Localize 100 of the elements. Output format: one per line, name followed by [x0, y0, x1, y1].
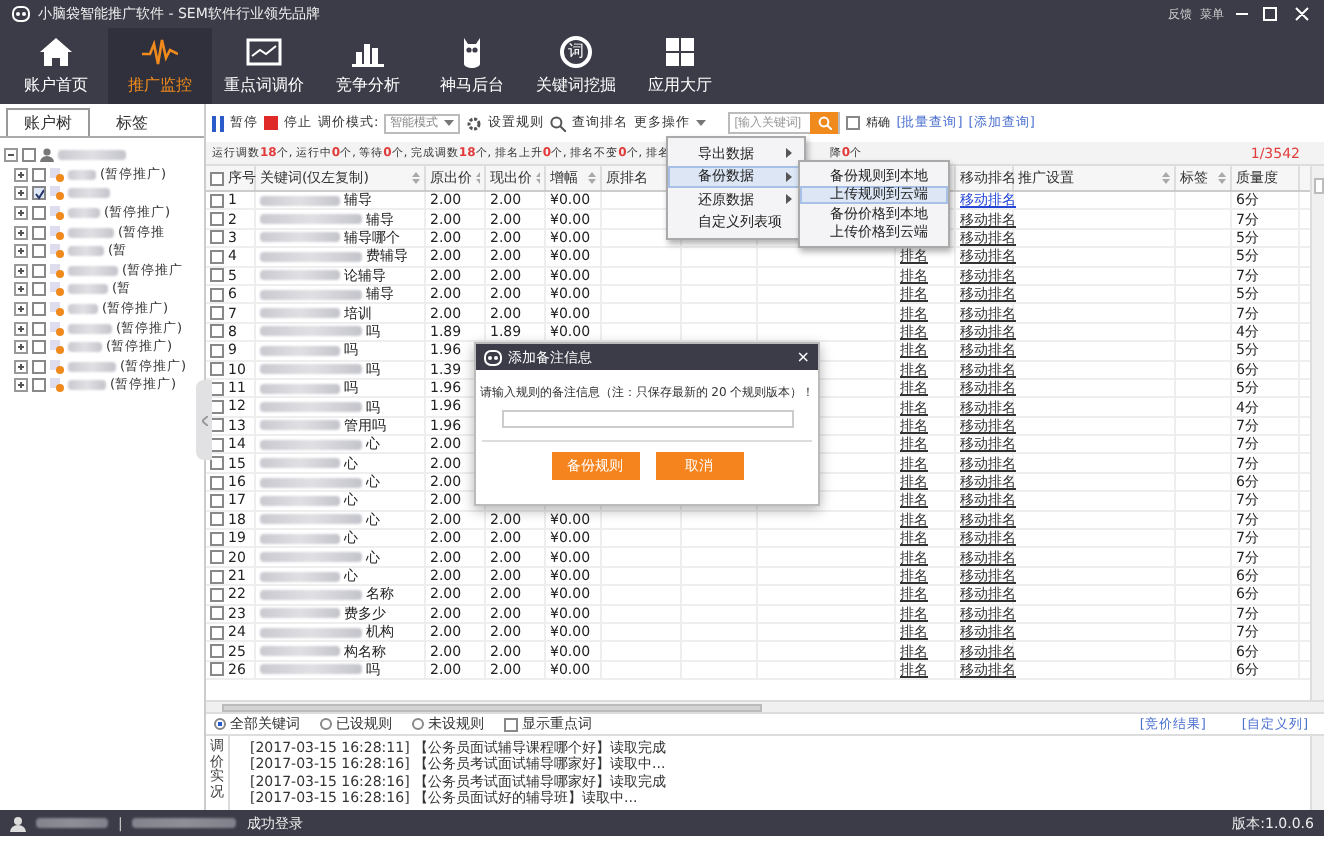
checkbox[interactable]	[210, 193, 224, 208]
checkbox[interactable]	[210, 343, 224, 358]
campaign-icon	[50, 359, 64, 374]
window-controls-icon[interactable]	[1232, 6, 1312, 22]
nav-tab[interactable]: 推广监控	[108, 28, 212, 104]
blurred-text	[260, 477, 362, 488]
checkbox[interactable]	[32, 167, 46, 182]
expand-icon[interactable]	[14, 302, 28, 317]
checkbox[interactable]	[210, 249, 224, 264]
checkbox[interactable]	[504, 717, 518, 731]
caret-icon	[696, 120, 707, 126]
nav-tab[interactable]: 应用大厅	[628, 28, 732, 104]
checkbox[interactable]	[210, 512, 224, 527]
blurred-text	[260, 439, 362, 450]
expand-icon[interactable]	[14, 340, 28, 355]
checkbox[interactable]	[32, 340, 46, 355]
expand-icon[interactable]	[14, 244, 28, 259]
nav-tab[interactable]: 账户首页	[4, 28, 108, 104]
checkbox[interactable]	[210, 268, 224, 283]
campaign-icon	[50, 186, 64, 201]
checkbox[interactable]	[210, 171, 224, 185]
checkbox[interactable]	[210, 550, 224, 565]
checkbox[interactable]	[210, 475, 224, 490]
collapse-icon[interactable]	[4, 148, 18, 163]
magnifier-icon: 词	[560, 36, 592, 68]
close-button[interactable]: ×	[796, 348, 810, 366]
checkbox[interactable]	[32, 244, 46, 259]
checkbox[interactable]	[210, 606, 224, 621]
checkbox[interactable]	[210, 493, 224, 508]
checkbox[interactable]	[846, 116, 861, 130]
expand-icon[interactable]	[14, 206, 28, 221]
campaign-icon	[50, 263, 64, 278]
blurred-text	[68, 323, 112, 334]
checkbox[interactable]	[32, 321, 46, 336]
scrollbar[interactable]	[206, 700, 1324, 712]
blurred-text	[68, 284, 108, 295]
blurred-text	[68, 342, 102, 353]
checkbox[interactable]	[210, 531, 224, 546]
checkbox[interactable]	[210, 625, 224, 640]
search-button[interactable]	[810, 112, 839, 134]
checkbox[interactable]	[210, 212, 224, 227]
expand-icon[interactable]	[14, 167, 28, 182]
checkbox[interactable]	[210, 662, 224, 677]
checkbox[interactable]	[210, 287, 224, 302]
scrollbar[interactable]	[1310, 736, 1324, 810]
checkbox[interactable]	[32, 302, 46, 317]
scrollbar-thumb[interactable]	[222, 703, 762, 711]
checkbox[interactable]	[210, 587, 224, 602]
expand-icon[interactable]	[14, 225, 28, 240]
blurred-text	[260, 571, 340, 581]
blurred-text	[260, 627, 362, 638]
checkbox[interactable]	[32, 282, 46, 297]
sort-icon[interactable]	[412, 172, 420, 184]
checkbox[interactable]	[32, 359, 46, 374]
blurred-text	[260, 552, 362, 563]
stop-icon	[264, 116, 278, 130]
blurred-text	[260, 608, 340, 619]
checkbox[interactable]	[210, 230, 224, 245]
note-input-field[interactable]	[501, 410, 793, 428]
nav-tab[interactable]: 重点词调价	[212, 28, 316, 104]
blurred-text	[260, 514, 362, 525]
checkbox[interactable]	[210, 306, 224, 321]
search-icon	[817, 116, 832, 130]
nav-tab[interactable]: 神马后台	[420, 28, 524, 104]
checkbox[interactable]	[32, 186, 46, 201]
collapse-handle[interactable]	[196, 380, 212, 460]
campaign-icon	[50, 282, 64, 297]
radio-button[interactable]	[412, 718, 424, 730]
checkbox[interactable]	[32, 378, 46, 393]
blurred-text	[260, 401, 362, 412]
campaign-icon	[50, 225, 64, 240]
sidebar-tab[interactable]: 账户树	[6, 108, 90, 136]
radio-button[interactable]	[320, 718, 332, 730]
radio-button[interactable]	[214, 718, 226, 730]
nav-tab[interactable]: 词 关键词挖掘	[524, 28, 628, 104]
checkbox[interactable]	[210, 324, 224, 339]
sort-icon[interactable]	[1162, 172, 1170, 184]
blurred-text	[68, 304, 98, 315]
checkbox[interactable]	[22, 148, 36, 163]
checkbox[interactable]	[210, 456, 224, 471]
expand-icon[interactable]	[14, 378, 28, 393]
checkbox[interactable]	[32, 263, 46, 278]
blurred-text	[132, 818, 237, 828]
scrollbar[interactable]	[1310, 166, 1324, 700]
blurred-text	[58, 150, 126, 161]
checkbox[interactable]	[32, 206, 46, 221]
checkbox[interactable]	[210, 644, 224, 659]
checkbox[interactable]	[210, 362, 224, 377]
checkbox[interactable]	[32, 225, 46, 240]
scrollbar-thumb[interactable]	[1313, 178, 1323, 194]
expand-icon[interactable]	[14, 359, 28, 374]
sort-icon[interactable]	[1218, 172, 1226, 184]
checkbox[interactable]	[210, 569, 224, 583]
sort-icon[interactable]	[588, 172, 596, 184]
expand-icon[interactable]	[14, 321, 28, 336]
expand-icon[interactable]	[14, 186, 28, 201]
blurred-text	[68, 208, 100, 219]
nav-tab[interactable]: 竞争分析	[316, 28, 420, 104]
expand-icon[interactable]	[14, 263, 28, 278]
expand-icon[interactable]	[14, 282, 28, 297]
